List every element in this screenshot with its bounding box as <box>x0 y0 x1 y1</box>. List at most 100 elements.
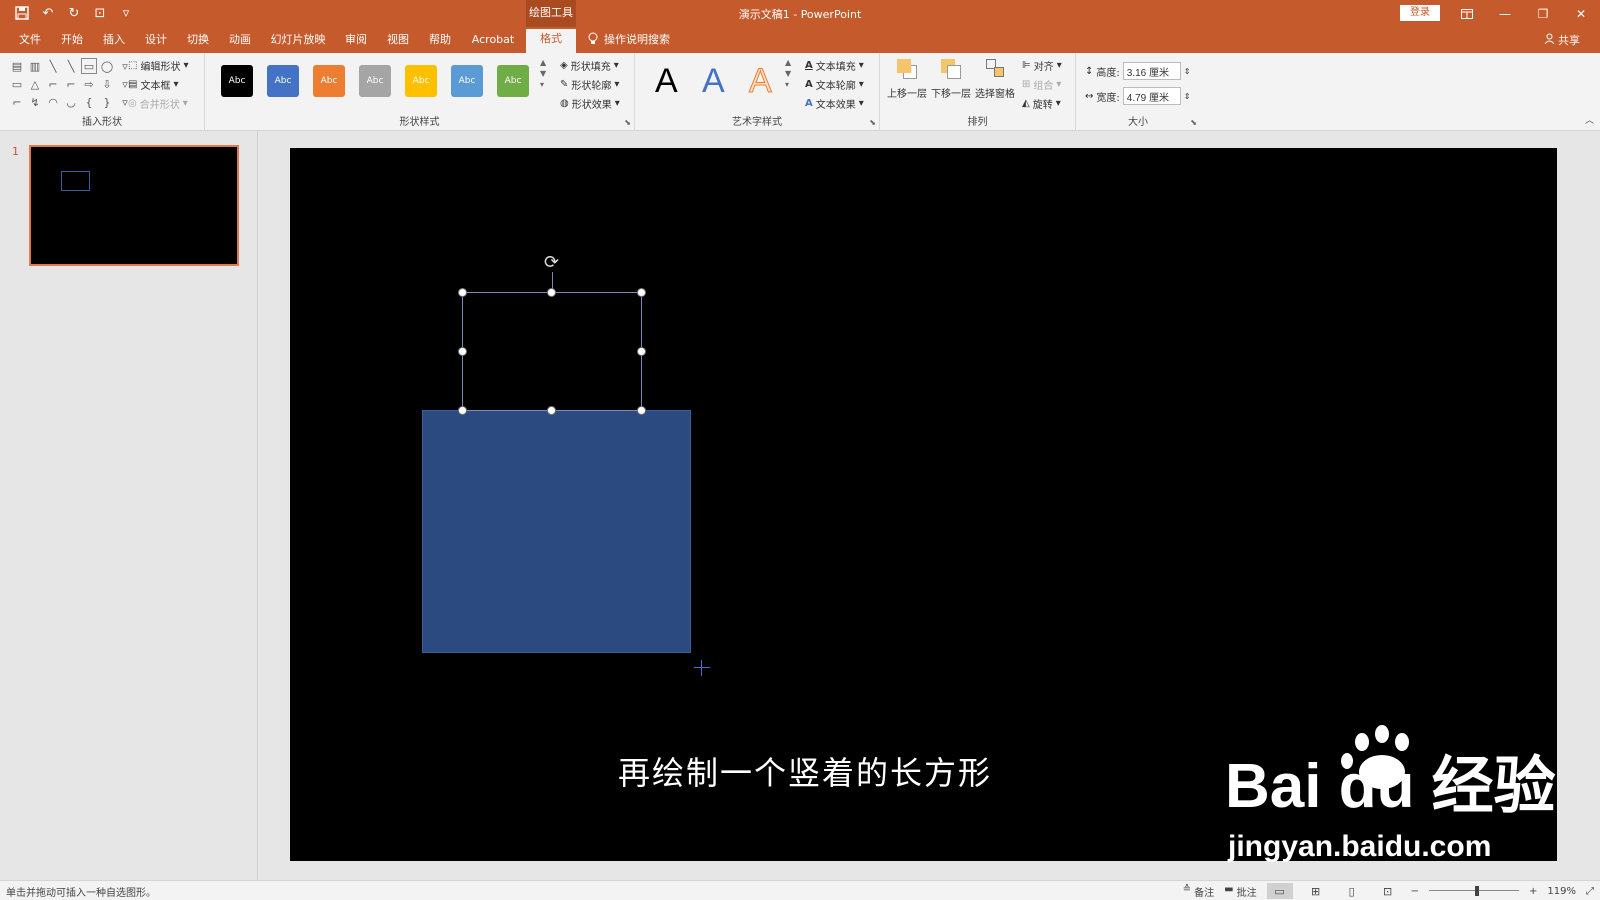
zoom-level[interactable]: 119% <box>1547 886 1576 897</box>
resize-handle-top-right[interactable] <box>637 288 646 297</box>
shape-outline-button[interactable]: ✎ 形状轮廓 ▾ <box>560 77 619 92</box>
shape-arc-icon[interactable]: ◠ <box>45 94 61 110</box>
send-backward-button[interactable]: 下移一层 <box>930 57 972 100</box>
tab-format[interactable]: 格式 <box>526 29 576 53</box>
shape-style-swatch[interactable]: Abc <box>497 65 529 97</box>
restore-icon[interactable]: ❐ <box>1524 0 1562 27</box>
notes-button[interactable]: ≙ 备注 <box>1183 884 1214 899</box>
dialog-launcher-icon[interactable]: ⬊ <box>624 118 631 127</box>
shape-style-swatch[interactable]: Abc <box>313 65 345 97</box>
customize-qat-icon[interactable]: ▿ <box>116 3 136 23</box>
resize-handle-top-left[interactable] <box>458 288 467 297</box>
dialog-launcher-icon[interactable]: ⬊ <box>869 118 876 127</box>
shape-elbow-arrow-icon[interactable]: ⌐ <box>63 76 79 92</box>
height-input[interactable] <box>1122 62 1181 80</box>
shape-lightning-icon[interactable]: ↯ <box>27 94 43 110</box>
slide-canvas[interactable]: ⟳ 再绘制一个竖着的长方形 <box>290 148 1557 861</box>
minimize-icon[interactable]: — <box>1486 0 1524 27</box>
text-box-button[interactable]: ▤ 文本框 ▾ <box>128 77 178 92</box>
shape-fill-button[interactable]: ◈ 形状填充 ▾ <box>560 58 619 73</box>
shape-oval-icon[interactable]: ◯ <box>99 58 115 74</box>
shape-line-icon[interactable]: ╲ <box>45 58 61 74</box>
wordart-sample-black[interactable]: A <box>655 61 678 101</box>
shape-left-brace-icon[interactable]: { <box>81 94 97 110</box>
shape-style-swatch[interactable]: Abc <box>267 65 299 97</box>
tab-insert[interactable]: 插入 <box>98 32 130 53</box>
shape-style-swatch[interactable]: Abc <box>405 65 437 97</box>
width-input[interactable] <box>1122 87 1181 105</box>
zoom-out-button[interactable]: − <box>1411 886 1419 897</box>
width-spinner-icon[interactable]: ⇕ <box>1184 92 1191 101</box>
rotate-button[interactable]: ◭ 旋转 ▾ <box>1022 96 1061 111</box>
login-button[interactable]: 登录 <box>1400 5 1440 21</box>
tell-me-search[interactable]: 操作说明搜索 <box>588 32 684 53</box>
scroll-down-icon[interactable]: ▼ <box>785 69 797 78</box>
share-button[interactable]: 共享 <box>1544 32 1580 48</box>
merge-shapes-button[interactable]: ◎ 合并形状 ▾ <box>128 96 188 111</box>
wordart-sample-orange[interactable]: A <box>749 61 773 101</box>
shape-down-arrow-icon[interactable]: ⇩ <box>99 76 115 92</box>
resize-handle-bottom[interactable] <box>547 406 556 415</box>
tab-animations[interactable]: 动画 <box>224 32 256 53</box>
tab-design[interactable]: 设计 <box>140 32 172 53</box>
undo-icon[interactable]: ↶ <box>38 3 58 23</box>
tab-help[interactable]: 帮助 <box>424 32 456 53</box>
shape-style-swatch[interactable]: Abc <box>451 65 483 97</box>
blue-rectangle-shape[interactable] <box>422 410 691 653</box>
resize-handle-left[interactable] <box>458 347 467 356</box>
collapse-ribbon-icon[interactable]: ︿ <box>1585 113 1594 126</box>
resize-handle-bottom-left[interactable] <box>458 406 467 415</box>
slide-thumbnail[interactable] <box>29 145 239 266</box>
shape-triangle-icon[interactable]: △ <box>27 76 43 92</box>
shape-freeform-icon[interactable]: ⌐ <box>9 94 25 110</box>
selected-rectangle-shape[interactable] <box>462 292 642 411</box>
shape-rounded-rect-icon[interactable]: ▭ <box>9 76 25 92</box>
shape-right-brace-icon[interactable]: } <box>99 94 115 110</box>
normal-view-icon[interactable]: ▭ <box>1266 883 1293 899</box>
height-spinner-icon[interactable]: ⇕ <box>1184 67 1191 76</box>
selection-pane-button[interactable]: 选择窗格 <box>974 57 1016 100</box>
gallery-more-icon[interactable]: ▾ <box>785 80 797 89</box>
resize-handle-top[interactable] <box>547 288 556 297</box>
zoom-slider-thumb[interactable] <box>1474 886 1479 896</box>
shape-right-arrow-icon[interactable]: ⇨ <box>81 76 97 92</box>
reading-view-icon[interactable]: ▯ <box>1339 883 1365 899</box>
shape-arrow-line-icon[interactable]: ╲ <box>63 58 79 74</box>
fit-to-window-icon[interactable]: ⤢ <box>1586 886 1594 897</box>
shape-effects-button[interactable]: ◍ 形状效果 ▾ <box>560 96 620 111</box>
dialog-launcher-icon[interactable]: ⬊ <box>1190 118 1197 127</box>
resize-handle-right[interactable] <box>637 347 646 356</box>
tab-view[interactable]: 视图 <box>382 32 414 53</box>
gallery-more-icon[interactable]: ▾ <box>540 80 552 89</box>
shape-elbow-connector-icon[interactable]: ⌐ <box>45 76 61 92</box>
close-icon[interactable]: ✕ <box>1562 0 1600 27</box>
redo-icon[interactable]: ↻ <box>64 3 84 23</box>
save-icon[interactable] <box>12 3 32 23</box>
zoom-slider[interactable] <box>1429 883 1520 899</box>
text-outline-button[interactable]: A 文本轮廓 ▾ <box>805 77 864 92</box>
scroll-up-icon[interactable]: ▲ <box>785 58 797 67</box>
resize-handle-bottom-right[interactable] <box>637 406 646 415</box>
ribbon-display-options-icon[interactable] <box>1448 0 1486 27</box>
shape-wave-icon[interactable]: ◡ <box>63 94 79 110</box>
wordart-sample-blue[interactable]: A <box>702 61 725 101</box>
shape-rectangle-icon[interactable]: ▭ <box>81 58 97 74</box>
slide-sorter-view-icon[interactable]: ⊞ <box>1303 883 1329 899</box>
slideshow-view-icon[interactable]: ⊡ <box>1375 883 1401 899</box>
shape-vertical-textbox-icon[interactable]: ▥ <box>27 58 43 74</box>
scroll-down-icon[interactable]: ▼ <box>540 69 552 78</box>
tab-home[interactable]: 开始 <box>56 32 88 53</box>
zoom-in-button[interactable]: + <box>1529 886 1537 897</box>
scroll-up-icon[interactable]: ▲ <box>540 58 552 67</box>
shape-style-swatch[interactable]: Abc <box>359 65 391 97</box>
shape-style-swatch[interactable]: Abc <box>221 65 253 97</box>
rotate-handle-icon[interactable]: ⟳ <box>544 254 559 272</box>
edit-shape-button[interactable]: ⬚ 编辑形状 ▾ <box>128 58 188 73</box>
text-effects-button[interactable]: A 文本效果 ▾ <box>805 96 864 111</box>
presentation-icon[interactable]: ⊡ <box>90 3 110 23</box>
group-button[interactable]: ⊞ 组合 ▾ <box>1022 77 1061 92</box>
comments-button[interactable]: ▬ 批注 <box>1224 884 1256 899</box>
tab-transitions[interactable]: 切换 <box>182 32 214 53</box>
tab-slideshow[interactable]: 幻灯片放映 <box>266 32 330 53</box>
bring-forward-button[interactable]: 上移一层 <box>886 57 928 100</box>
